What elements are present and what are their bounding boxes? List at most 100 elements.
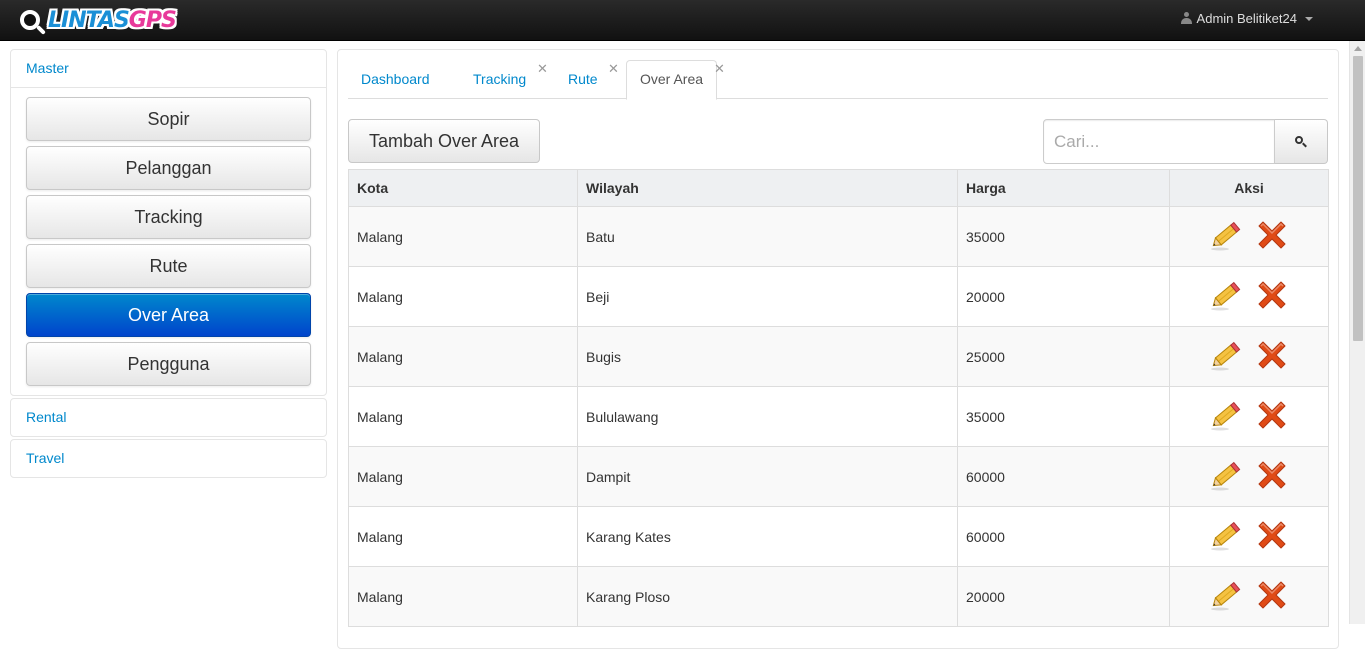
cell-kota: Malang bbox=[348, 386, 578, 447]
edit-button[interactable] bbox=[1208, 577, 1244, 616]
column-header-harga: Harga bbox=[957, 169, 1170, 207]
sidebar-item-pelanggan[interactable]: Pelanggan bbox=[26, 146, 311, 190]
cell-harga: 35000 bbox=[957, 386, 1170, 447]
sidebar-item-sopir[interactable]: Sopir bbox=[26, 97, 311, 141]
brand-name: LINTASGPS bbox=[48, 8, 177, 33]
cell-harga: 60000 bbox=[957, 506, 1170, 567]
table-row: Malang Bugis 25000 bbox=[348, 326, 1329, 387]
page-scrollbar[interactable] bbox=[1349, 41, 1365, 624]
delete-button[interactable] bbox=[1254, 337, 1290, 376]
top-navbar: LINTASGPS Admin Belitiket24 bbox=[0, 0, 1365, 41]
table-row: Malang Beji 20000 bbox=[348, 266, 1329, 327]
row-actions bbox=[1178, 337, 1320, 376]
cell-wilayah: Batu bbox=[577, 206, 958, 267]
close-tab-over-area-icon[interactable]: ✕ bbox=[714, 62, 725, 76]
accordion-body-master: Sopir Pelanggan Tracking Rute Over Area … bbox=[11, 87, 326, 395]
tab-over-area[interactable]: Over Area bbox=[626, 60, 718, 100]
accordion-group-master: Master Sopir Pelanggan Tracking Rute Ove… bbox=[10, 49, 327, 396]
search-group bbox=[1043, 119, 1328, 164]
close-tab-rute-icon[interactable]: ✕ bbox=[608, 62, 619, 76]
delete-x-icon[interactable] bbox=[1254, 457, 1290, 493]
cell-aksi bbox=[1169, 266, 1329, 327]
delete-button[interactable] bbox=[1254, 397, 1290, 436]
sidebar-item-over-area[interactable]: Over Area bbox=[26, 293, 311, 337]
delete-x-icon[interactable] bbox=[1254, 397, 1290, 433]
cell-kota: Malang bbox=[348, 266, 578, 327]
scroll-up-arrow-icon[interactable] bbox=[1354, 46, 1362, 51]
sidebar-item-rute[interactable]: Rute bbox=[26, 244, 311, 288]
tab-dashboard[interactable]: Dashboard bbox=[348, 60, 443, 99]
brand-logo[interactable]: LINTASGPS bbox=[18, 3, 177, 39]
cell-aksi bbox=[1169, 326, 1329, 387]
delete-button[interactable] bbox=[1254, 577, 1290, 616]
caret-down-icon bbox=[1305, 16, 1313, 21]
scroll-thumb[interactable] bbox=[1353, 56, 1363, 341]
pencil-icon[interactable] bbox=[1208, 577, 1244, 613]
cell-kota: Malang bbox=[348, 326, 578, 387]
edit-button[interactable] bbox=[1208, 457, 1244, 496]
sidebar-item-pengguna[interactable]: Pengguna bbox=[26, 342, 311, 386]
column-header-aksi: Aksi bbox=[1169, 169, 1329, 207]
row-actions bbox=[1178, 217, 1320, 256]
main-panel: Dashboard Tracking ✕ Rute ✕ Over Area ✕ … bbox=[337, 49, 1339, 649]
edit-button[interactable] bbox=[1208, 217, 1244, 256]
delete-x-icon[interactable] bbox=[1254, 517, 1290, 553]
user-icon bbox=[1180, 12, 1192, 25]
table-row: Malang Batu 35000 bbox=[348, 206, 1329, 267]
delete-button[interactable] bbox=[1254, 517, 1290, 556]
cell-harga: 20000 bbox=[957, 266, 1170, 327]
accordion-header-travel[interactable]: Travel bbox=[11, 440, 326, 477]
sidebar-accordion: Master Sopir Pelanggan Tracking Rute Ove… bbox=[10, 49, 327, 480]
table-row: Malang Dampit 60000 bbox=[348, 446, 1329, 507]
cell-aksi bbox=[1169, 446, 1329, 507]
cell-harga: 60000 bbox=[957, 446, 1170, 507]
pencil-icon[interactable] bbox=[1208, 457, 1244, 493]
magnifier-logo-icon bbox=[18, 6, 46, 36]
table-row: Malang Bululawang 35000 bbox=[348, 386, 1329, 447]
tab-rute[interactable]: Rute bbox=[555, 60, 611, 99]
cell-wilayah: Dampit bbox=[577, 446, 958, 507]
edit-button[interactable] bbox=[1208, 517, 1244, 556]
delete-button[interactable] bbox=[1254, 217, 1290, 256]
pencil-icon[interactable] bbox=[1208, 217, 1244, 253]
cell-wilayah: Beji bbox=[577, 266, 958, 327]
edit-button[interactable] bbox=[1208, 277, 1244, 316]
delete-x-icon[interactable] bbox=[1254, 217, 1290, 253]
pencil-icon[interactable] bbox=[1208, 337, 1244, 373]
delete-button[interactable] bbox=[1254, 457, 1290, 496]
table-header-row: Kota Wilayah Harga Aksi bbox=[348, 169, 1329, 207]
edit-button[interactable] bbox=[1208, 397, 1244, 436]
row-actions bbox=[1178, 277, 1320, 316]
row-actions bbox=[1178, 517, 1320, 556]
cell-kota: Malang bbox=[348, 566, 578, 627]
edit-button[interactable] bbox=[1208, 337, 1244, 376]
cell-harga: 25000 bbox=[957, 326, 1170, 387]
pencil-icon[interactable] bbox=[1208, 397, 1244, 433]
tab-tracking[interactable]: Tracking bbox=[460, 60, 539, 99]
search-icon bbox=[1295, 135, 1307, 148]
delete-button[interactable] bbox=[1254, 277, 1290, 316]
cell-aksi bbox=[1169, 566, 1329, 627]
cell-aksi bbox=[1169, 506, 1329, 567]
delete-x-icon[interactable] bbox=[1254, 337, 1290, 373]
search-button[interactable] bbox=[1275, 119, 1328, 164]
delete-x-icon[interactable] bbox=[1254, 577, 1290, 613]
column-header-wilayah: Wilayah bbox=[577, 169, 958, 207]
close-tab-tracking-icon[interactable]: ✕ bbox=[537, 62, 548, 76]
search-input[interactable] bbox=[1043, 119, 1275, 164]
pencil-icon[interactable] bbox=[1208, 517, 1244, 553]
cell-kota: Malang bbox=[348, 506, 578, 567]
accordion-header-rental[interactable]: Rental bbox=[11, 399, 326, 436]
sidebar-item-tracking[interactable]: Tracking bbox=[26, 195, 311, 239]
row-actions bbox=[1178, 457, 1320, 496]
accordion-header-master[interactable]: Master bbox=[11, 50, 326, 87]
cell-wilayah: Bugis bbox=[577, 326, 958, 387]
accordion-group-travel: Travel bbox=[10, 439, 327, 478]
user-menu[interactable]: Admin Belitiket24 bbox=[1180, 11, 1313, 26]
row-actions bbox=[1178, 577, 1320, 616]
delete-x-icon[interactable] bbox=[1254, 277, 1290, 313]
add-over-area-button[interactable]: Tambah Over Area bbox=[348, 119, 540, 163]
cell-wilayah: Bululawang bbox=[577, 386, 958, 447]
pencil-icon[interactable] bbox=[1208, 277, 1244, 313]
cell-harga: 20000 bbox=[957, 566, 1170, 627]
